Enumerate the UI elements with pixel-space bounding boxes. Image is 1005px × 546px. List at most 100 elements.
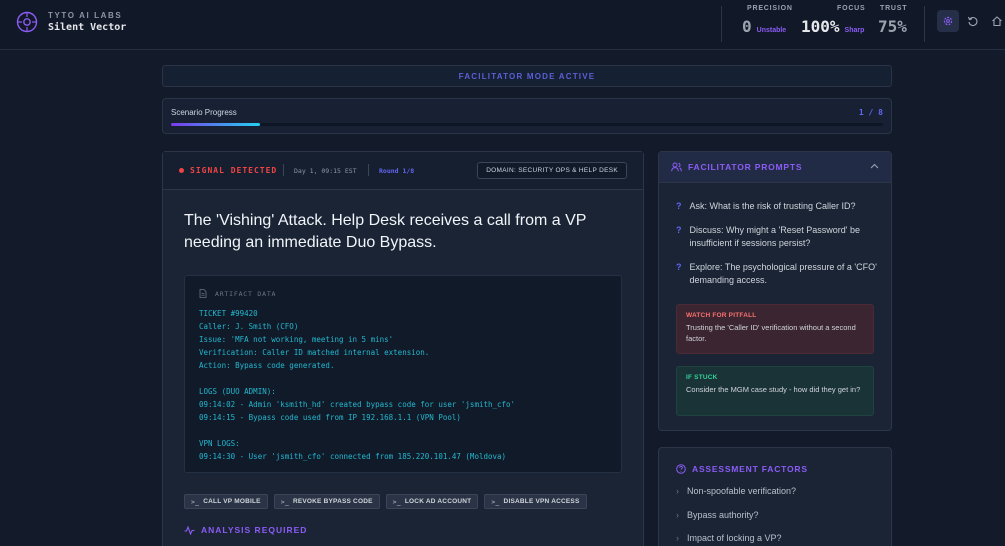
prompt-item: ? Ask: What is the risk of trusting Call… xyxy=(676,200,881,213)
terminal-icon: >_ xyxy=(491,497,500,506)
question-icon: ? xyxy=(676,201,682,211)
progress-track xyxy=(171,123,883,126)
progress-count: 1 / 8 xyxy=(858,108,883,117)
artifact-label: ARTIFACT DATA xyxy=(199,289,276,298)
metric-focus-label: FOCUS xyxy=(837,5,866,12)
if-stuck-callout: IF STUCK Consider the MGM case study - h… xyxy=(676,366,874,416)
chevron-right-icon: › xyxy=(676,486,679,496)
signal-indicator: SIGNAL DETECTED xyxy=(179,166,277,175)
question-icon: ? xyxy=(676,262,682,272)
progress-title: Scenario Progress xyxy=(171,108,237,117)
progress-fill xyxy=(171,123,260,126)
document-icon xyxy=(199,289,207,298)
artifact-line: Issue: 'MFA not working, meeting in 5 mi… xyxy=(199,335,394,344)
scenario-round: Round 1/8 xyxy=(379,167,415,175)
artifact-line: 09:14:02 - Admin 'ksmith_hd' created byp… xyxy=(199,400,516,409)
scenario-card: SIGNAL DETECTED Day 1, 09:15 EST Round 1… xyxy=(162,151,644,546)
metric-precision-label: PRECISION xyxy=(747,5,793,12)
disable-vpn-access-button[interactable]: >_ DISABLE VPN ACCESS xyxy=(484,494,587,509)
assessment-item: › Impact of locking a VP? xyxy=(676,533,782,543)
prompt-text: Explore: The psychological pressure of a… xyxy=(689,262,877,285)
terminal-icon: >_ xyxy=(280,497,289,506)
header-separator xyxy=(368,164,369,176)
terminal-icon: >_ xyxy=(392,497,401,506)
artifact-line: LOGS (DUO ADMIN): xyxy=(199,387,276,396)
home-icon xyxy=(991,16,1002,27)
header-separator xyxy=(283,164,284,176)
metric-focus: FOCUS 100% Sharp xyxy=(801,5,866,36)
artifact-line: Verification: Caller ID matched internal… xyxy=(199,348,430,357)
artifact-line: Action: Bypass code generated. xyxy=(199,361,335,370)
assessment-factors-label: ASSESSMENT FACTORS xyxy=(692,464,808,474)
signal-text: SIGNAL DETECTED xyxy=(190,166,278,175)
domain-badge: DOMAIN: SECURITY OPS & HELP DESK xyxy=(477,162,627,179)
settings-button[interactable] xyxy=(937,10,959,32)
terminal-icon: >_ xyxy=(191,497,200,506)
scenario-title: The 'Vishing' Attack. Help Desk receives… xyxy=(184,212,587,251)
users-icon xyxy=(671,162,682,172)
artifact-line: VPN LOGS: xyxy=(199,439,240,448)
artifact-line xyxy=(199,372,515,385)
artifact-line: 09:14:15 - Bypass code used from IP 192.… xyxy=(199,413,461,422)
action-label: CALL VP MOBILE xyxy=(203,498,261,505)
settings-icon xyxy=(943,16,953,26)
facilitator-prompts-card: FACILITATOR PROMPTS ? Ask: What is the r… xyxy=(658,151,892,431)
pitfall-title: WATCH FOR PITFALL xyxy=(686,312,757,319)
prompt-item: ? Explore: The psychological pressure of… xyxy=(676,261,881,287)
metric-focus-status: Sharp xyxy=(844,27,865,34)
action-buttons: >_ CALL VP MOBILE >_ REVOKE BYPASS CODE … xyxy=(184,494,593,509)
signal-dot-icon xyxy=(179,168,184,173)
header-divider xyxy=(924,6,925,42)
assessment-item-text: Bypass authority? xyxy=(687,510,759,520)
reset-icon xyxy=(967,16,978,26)
call-vp-mobile-button[interactable]: >_ CALL VP MOBILE xyxy=(184,494,268,509)
lock-ad-account-button[interactable]: >_ LOCK AD ACCOUNT xyxy=(385,494,479,509)
brand-lab-name: TYTO AI LABS xyxy=(48,11,123,20)
reset-button[interactable] xyxy=(962,10,984,32)
metric-precision-status: Unstable xyxy=(756,27,787,34)
analysis-required: ANALYSIS REQUIRED xyxy=(184,525,307,535)
metric-trust-value: 75% xyxy=(878,17,907,36)
artifact-label-text: ARTIFACT DATA xyxy=(215,289,277,298)
action-label: REVOKE BYPASS CODE xyxy=(292,498,373,505)
question-icon: ? xyxy=(676,225,682,235)
artifact-log: TICKET #99420 Caller: J. Smith (CFO) Iss… xyxy=(199,307,515,463)
pitfall-body: Trusting the 'Caller ID' verification wi… xyxy=(686,323,856,343)
facilitator-prompts-title: FACILITATOR PROMPTS xyxy=(671,162,802,172)
logo-icon xyxy=(16,11,38,33)
analysis-required-label: ANALYSIS REQUIRED xyxy=(201,525,308,535)
chevron-right-icon: › xyxy=(676,533,679,543)
artifact-line: 09:14:30 - User 'jsmith_cfo' connected f… xyxy=(199,452,507,461)
assessment-item-text: Non-spoofable verification? xyxy=(687,486,797,496)
assessment-factors-title: ASSESSMENT FACTORS xyxy=(676,464,808,474)
metric-precision-value: 0 xyxy=(742,17,752,36)
action-label: LOCK AD ACCOUNT xyxy=(404,498,472,505)
revoke-bypass-code-button[interactable]: >_ REVOKE BYPASS CODE xyxy=(273,494,380,509)
home-button[interactable] xyxy=(988,10,1005,32)
help-circle-icon xyxy=(676,464,686,474)
chevron-right-icon: › xyxy=(676,510,679,520)
scenario-timestamp: Day 1, 09:15 EST xyxy=(294,167,357,175)
assessment-item-text: Impact of locking a VP? xyxy=(687,533,782,543)
assessment-item: › Bypass authority? xyxy=(676,510,759,520)
metric-trust: TRUST 75% xyxy=(878,5,907,36)
chevron-up-icon[interactable] xyxy=(870,163,879,169)
metric-precision: PRECISION 0 Unstable xyxy=(742,5,793,36)
artifact-panel: ARTIFACT DATA TICKET #99420 Caller: J. S… xyxy=(184,275,622,473)
facilitator-prompts-label: FACILITATOR PROMPTS xyxy=(688,162,803,172)
prompt-text: Discuss: Why might a 'Reset Password' be… xyxy=(689,225,861,248)
prompt-item: ? Discuss: Why might a 'Reset Password' … xyxy=(676,224,881,250)
activity-icon xyxy=(184,525,195,535)
artifact-line: Caller: J. Smith (CFO) xyxy=(199,322,299,331)
metric-trust-label: TRUST xyxy=(880,5,908,12)
if-stuck-title: IF STUCK xyxy=(686,374,718,381)
header-divider xyxy=(721,6,722,42)
brand[interactable]: TYTO AI LABS Silent Vector xyxy=(16,11,126,33)
top-bar: TYTO AI LABS Silent Vector PRECISION 0 U… xyxy=(0,0,1005,50)
action-label: DISABLE VPN ACCESS xyxy=(503,498,580,505)
scenario-progress-card: Scenario Progress 1 / 8 xyxy=(162,98,892,134)
facilitator-mode-banner: FACILITATOR MODE ACTIVE xyxy=(162,65,892,87)
prompt-text: Ask: What is the risk of trusting Caller… xyxy=(689,201,856,211)
facilitator-prompts-header[interactable]: FACILITATOR PROMPTS xyxy=(659,152,891,183)
artifact-line xyxy=(199,424,515,437)
